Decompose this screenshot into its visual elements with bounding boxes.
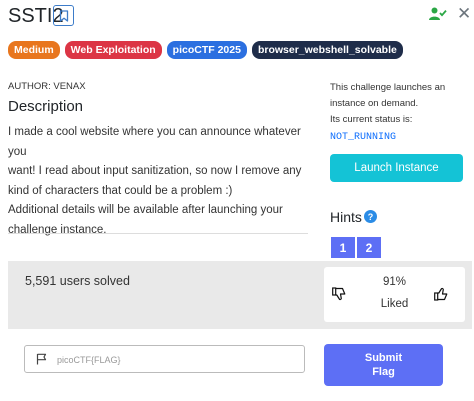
tag-webshell[interactable]: browser_webshell_solvable [251,41,403,59]
submit-flag-button[interactable]: Submit Flag [324,344,443,386]
description-line: challenge instance. [8,223,107,236]
instance-info-line: instance on demand. [330,98,419,109]
description-line: Additional details will be available aft… [8,204,283,216]
user-check-icon [429,7,447,20]
like-card: 91% Liked [324,267,465,322]
flag-input[interactable] [57,350,297,369]
flag-icon [36,353,47,365]
flag-field[interactable] [24,345,305,373]
description-line: kind of characters that could be a probl… [8,184,233,197]
close-icon[interactable]: ✕ [457,5,471,22]
description-line: I made a cool website where you can anno… [8,126,301,158]
divider [8,233,308,234]
instance-status: NOT_RUNNING [330,132,397,143]
solved-status [429,7,447,26]
author-label: AUTHOR: VENAX [8,81,86,92]
launch-instance-button[interactable]: Launch Instance [330,154,463,182]
instance-info-line: This challenge launches an [330,82,446,93]
submit-flag-label: Submit Flag [364,352,403,378]
description-heading: Description [8,98,84,115]
solved-count: 5,591 users solved [25,274,130,288]
bookmark-icon [59,9,68,22]
help-icon[interactable]: ? [364,210,377,223]
hint-button-1[interactable]: 1 [331,237,355,258]
description-line: want! I read about input sanitization, s… [8,165,302,177]
instance-info: This challenge launches an instance on d… [330,80,470,128]
tag-event[interactable]: picoCTF 2025 [166,41,247,59]
thumbs-up-icon[interactable] [434,287,448,301]
instance-info-line: Its current status is: [330,114,413,125]
bookmark-button[interactable] [53,5,74,26]
tag-difficulty[interactable]: Medium [8,41,60,59]
description-text: I made a cool website where you can anno… [8,123,313,240]
hints-heading: Hints [330,209,362,225]
tag-list: Medium Web Exploitation picoCTF 2025 bro… [8,41,403,59]
hint-button-2[interactable]: 2 [357,237,381,258]
tag-category[interactable]: Web Exploitation [64,41,162,59]
